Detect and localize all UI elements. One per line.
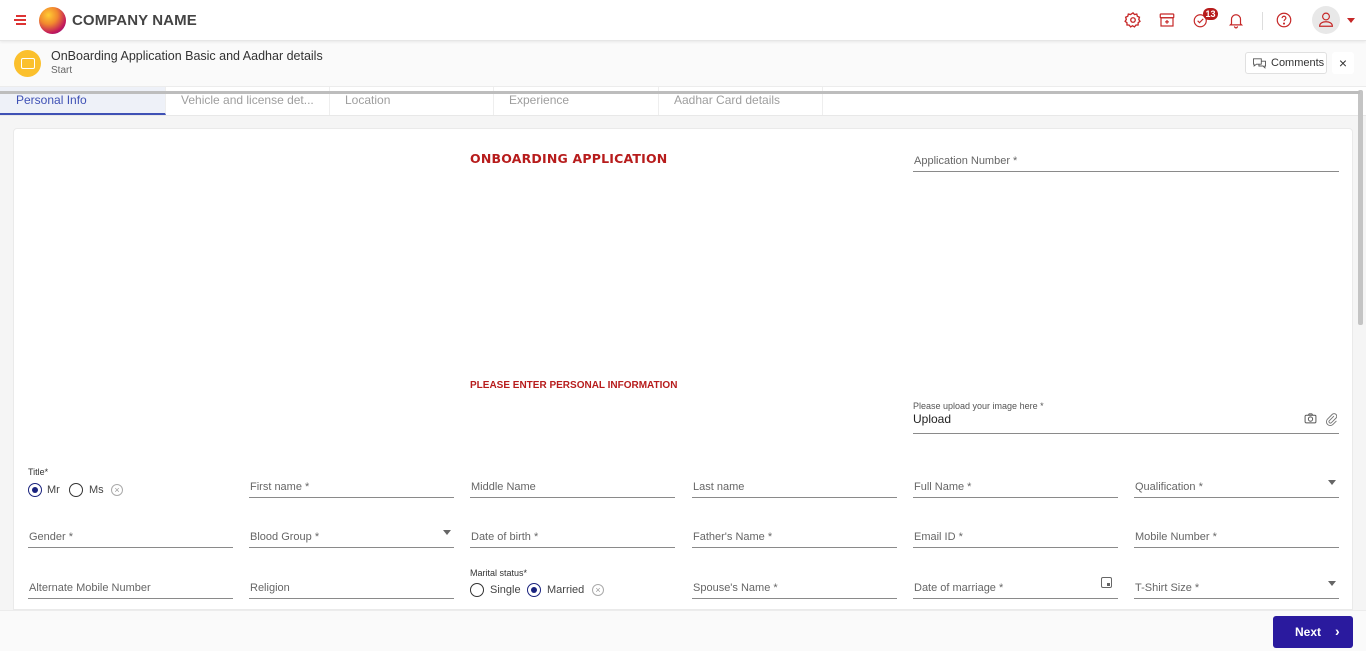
attachment-icon[interactable]	[1325, 412, 1337, 426]
full-name-label: Full Name *	[914, 481, 972, 493]
alternate-mobile-input[interactable]: Alternate Mobile Number	[28, 577, 233, 599]
tasks-count-badge: 13	[1203, 8, 1218, 20]
qualification-select[interactable]: Qualification *	[1134, 476, 1339, 498]
blood-group-select[interactable]: Blood Group *	[249, 526, 454, 548]
chevron-down-icon	[1328, 581, 1336, 586]
tshirt-size-select[interactable]: T-Shirt Size *	[1134, 577, 1339, 599]
application-number-label: Application Number *	[914, 155, 1018, 167]
fathers-name-label: Father's Name *	[693, 531, 773, 543]
first-name-input[interactable]: First name *	[249, 476, 454, 498]
tshirt-size-label: T-Shirt Size *	[1135, 582, 1200, 594]
company-logo	[39, 7, 66, 34]
form-subheading: PLEASE ENTER PERSONAL INFORMATION	[470, 380, 678, 391]
marital-clear-icon[interactable]: ×	[592, 584, 604, 596]
comments-icon	[1253, 58, 1266, 69]
title-mr-radio[interactable]	[28, 483, 42, 497]
marital-single-radio[interactable]	[470, 583, 484, 597]
mobile-number-input[interactable]: Mobile Number *	[1134, 526, 1339, 548]
date-of-marriage-input[interactable]: Date of marriage *	[913, 577, 1118, 599]
process-icon	[14, 50, 41, 77]
gender-label: Gender *	[29, 531, 74, 543]
qualification-label: Qualification *	[1135, 481, 1203, 493]
comments-label: Comments	[1271, 57, 1325, 69]
title-ms-radio[interactable]	[69, 483, 83, 497]
email-id-label: Email ID *	[914, 531, 963, 543]
process-status: Start	[51, 65, 73, 76]
help-icon[interactable]	[1275, 11, 1293, 29]
title-mr-label: Mr	[47, 484, 60, 496]
form-heading: ONBOARDING APPLICATION	[470, 151, 668, 166]
fathers-name-input[interactable]: Father's Name *	[692, 526, 897, 548]
marital-single-label: Single	[490, 584, 521, 596]
spouse-name-input[interactable]: Spouse's Name *	[692, 577, 897, 599]
gender-input[interactable]: Gender *	[28, 526, 233, 548]
last-name-label: Last name	[693, 481, 745, 493]
toolbar-divider	[1262, 12, 1263, 30]
chevron-right-icon: ›	[1335, 623, 1340, 639]
user-menu-caret-icon[interactable]	[1347, 18, 1355, 23]
chevron-down-icon	[1328, 480, 1336, 485]
user-avatar[interactable]	[1312, 6, 1340, 34]
user-avatar-icon	[1319, 12, 1333, 27]
footer-bar	[0, 610, 1366, 651]
title-label: Title*	[28, 467, 49, 477]
process-title: OnBoarding Application Basic and Aadhar …	[51, 49, 323, 63]
next-button[interactable]: Next ›	[1273, 616, 1353, 648]
tabs-horizontal-scrollbar[interactable]	[0, 91, 1360, 94]
religion-label: Religion	[250, 582, 290, 594]
title-clear-icon[interactable]: ×	[111, 484, 123, 496]
camera-icon[interactable]	[1304, 413, 1317, 424]
top-bar: COMPANY NAME 13	[0, 0, 1366, 41]
chevron-down-icon	[443, 530, 451, 535]
first-name-label: First name *	[250, 481, 310, 493]
middle-name-input[interactable]: Middle Name	[470, 476, 675, 498]
marital-status-label: Marital status*	[470, 568, 528, 578]
image-upload-field[interactable]: Please upload your image here * Upload	[913, 399, 1339, 434]
calendar-icon[interactable]	[1101, 577, 1112, 588]
upload-value: Upload	[913, 412, 952, 426]
alternate-mobile-label: Alternate Mobile Number	[29, 582, 151, 594]
close-button[interactable]: ×	[1332, 52, 1354, 74]
date-of-marriage-label: Date of marriage *	[914, 582, 1004, 594]
gear-icon[interactable]	[1124, 11, 1142, 29]
spouse-name-label: Spouse's Name *	[693, 582, 778, 594]
application-number-input[interactable]: Application Number *	[913, 150, 1339, 172]
store-icon[interactable]	[1158, 11, 1176, 29]
company-name: COMPANY NAME	[72, 12, 197, 29]
full-name-input[interactable]: Full Name *	[913, 476, 1118, 498]
menu-collapse-icon[interactable]	[14, 14, 26, 26]
email-id-input[interactable]: Email ID *	[913, 526, 1118, 548]
bell-icon[interactable]	[1227, 11, 1245, 29]
process-header: OnBoarding Application Basic and Aadhar …	[0, 41, 1366, 87]
comments-button[interactable]: Comments	[1245, 52, 1327, 74]
religion-input[interactable]: Religion	[249, 577, 454, 599]
marital-married-label: Married	[547, 584, 585, 596]
middle-name-label: Middle Name	[471, 481, 536, 493]
upload-label: Please upload your image here *	[913, 401, 1044, 411]
date-of-birth-input[interactable]: Date of birth *	[470, 526, 675, 548]
title-ms-label: Ms	[89, 484, 104, 496]
date-of-birth-label: Date of birth *	[471, 531, 539, 543]
mobile-number-label: Mobile Number *	[1135, 531, 1217, 543]
next-label: Next	[1295, 625, 1322, 639]
vertical-scrollbar[interactable]	[1358, 90, 1363, 325]
last-name-input[interactable]: Last name	[692, 476, 897, 498]
blood-group-label: Blood Group *	[250, 531, 320, 543]
marital-married-radio[interactable]	[527, 583, 541, 597]
